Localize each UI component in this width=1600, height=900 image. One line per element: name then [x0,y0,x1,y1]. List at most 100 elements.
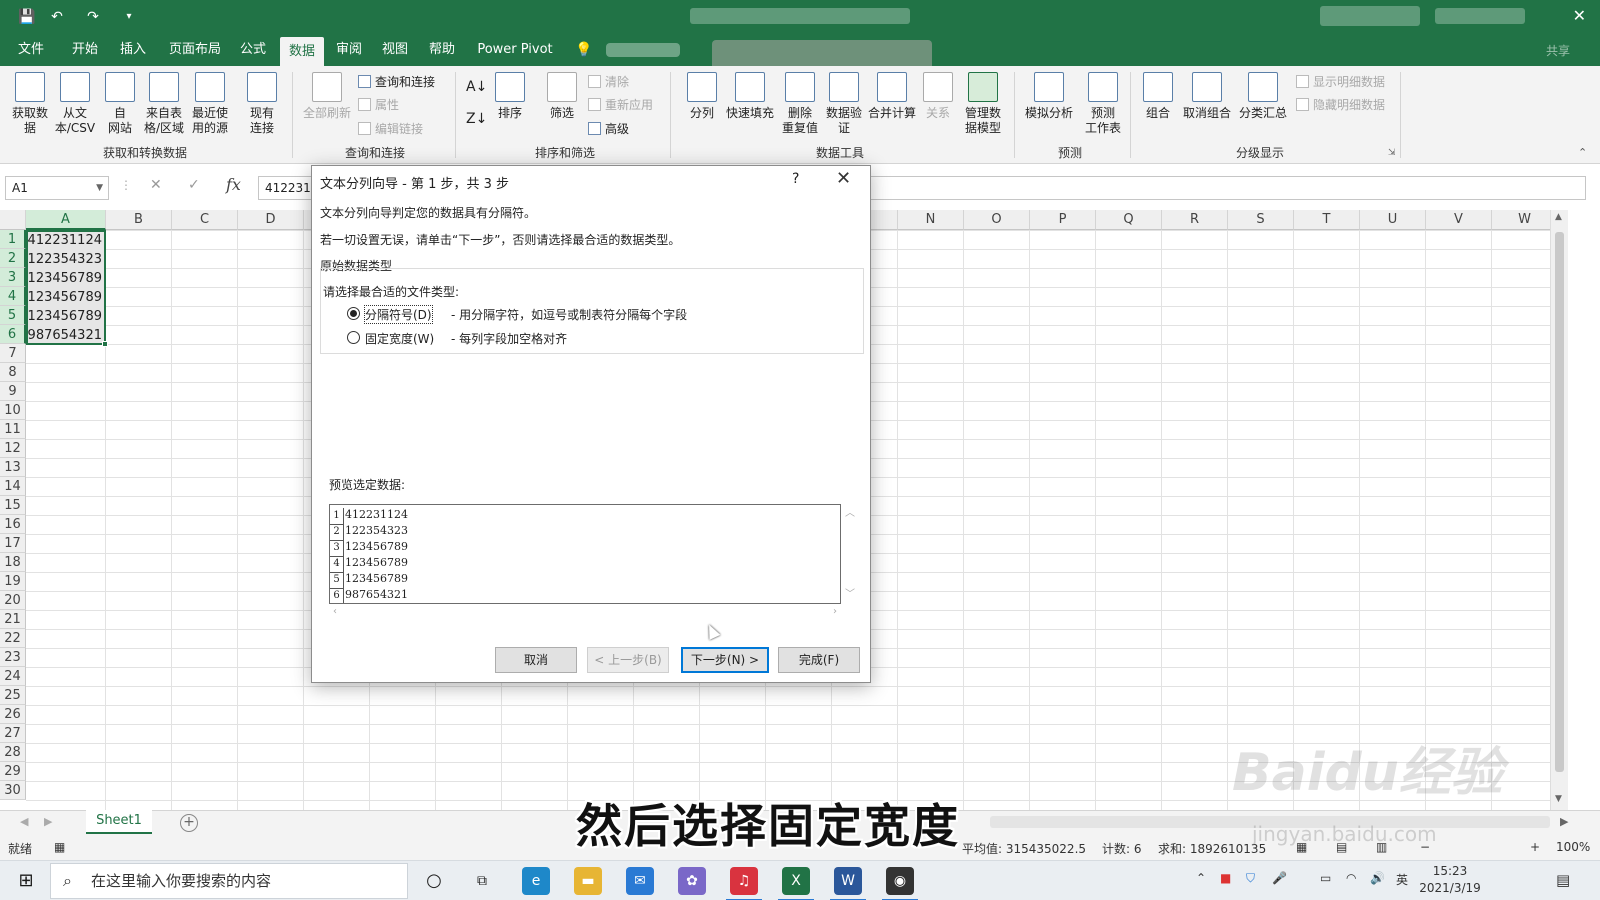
redo-icon[interactable]: ↷ [82,7,104,27]
row-header[interactable]: 8 [0,363,26,382]
share-button[interactable]: 共享 [1546,42,1570,59]
text-to-columns-button[interactable]: 分列 [680,72,724,121]
column-header-n[interactable]: N [898,210,964,230]
wifi-icon[interactable]: ◠ [1346,871,1356,885]
vertical-scrollbar[interactable]: ▲ ▼ [1550,210,1568,810]
properties-button[interactable]: 属性 [358,96,399,114]
select-all-corner[interactable] [0,210,26,230]
row-header[interactable]: 4 [0,287,26,306]
row-header[interactable]: 22 [0,629,26,648]
add-sheet-icon[interactable]: + [180,814,198,832]
scroll-left-icon[interactable]: ‹ [333,606,337,617]
scroll-right-icon[interactable]: ▶ [1560,815,1568,828]
radio-delimited[interactable] [347,307,360,320]
row-header[interactable]: 13 [0,458,26,477]
mail-icon[interactable]: ✉ [626,867,654,895]
recent-sources-button[interactable]: 最近使 用的源 [186,72,234,136]
confirm-entry-icon[interactable]: ✓ [188,177,200,193]
sort-ascending-icon[interactable]: A↓ [466,78,487,96]
row-header[interactable]: 2 [0,249,26,268]
fill-handle[interactable] [102,341,108,347]
row-header[interactable]: 24 [0,667,26,686]
zoom-level[interactable]: 100% [1556,840,1590,854]
refresh-all-button[interactable]: 全部刷新 [300,72,354,121]
column-header-v[interactable]: V [1426,210,1492,230]
sheet-tab[interactable]: Sheet1 [86,810,152,834]
volume-icon[interactable]: 🔊 [1370,871,1385,885]
scroll-up-icon[interactable]: ▲ [1555,212,1562,222]
from-table-button[interactable]: 来自表 格/区域 [140,72,188,136]
scroll-down-icon[interactable]: ▼ [1555,794,1562,804]
row-header[interactable]: 20 [0,591,26,610]
battery-icon[interactable]: ▭ [1320,871,1331,885]
input-method[interactable]: 英 [1396,871,1408,888]
subtotal-button[interactable]: 分类汇总 [1234,72,1292,121]
group-button[interactable]: 组合 [1138,72,1178,121]
cancel-entry-icon[interactable]: ✕ [150,177,162,193]
remove-duplicates-button[interactable]: 删除 重复值 [776,72,824,136]
finish-button[interactable]: 完成(F) [778,647,860,673]
dialog-launcher-icon[interactable]: ⇲ [1388,148,1396,158]
option-fixed-width-label[interactable]: 固定宽度(W) [365,330,434,347]
tab-formulas[interactable]: 公式 [232,34,274,66]
security-icon[interactable]: ⛉ [1246,871,1255,886]
row-header[interactable]: 10 [0,401,26,420]
customize-toolbar-icon[interactable]: ▾ [118,7,140,27]
word-icon[interactable]: W [830,867,866,900]
column-header-w[interactable]: W [1492,210,1558,230]
collapse-ribbon-icon[interactable]: ⌃ [1578,146,1587,159]
taskbar-search-input[interactable]: ⌕ 在这里输入你要搜索的内容 [50,863,408,899]
tab-home[interactable]: 开始 [64,34,106,66]
row-header[interactable]: 6 [0,325,26,344]
cancel-button[interactable]: 取消 [495,647,577,673]
column-header-b[interactable]: B [106,210,172,230]
from-text-csv-button[interactable]: 从文 本/CSV [52,72,98,136]
scroll-thumb[interactable] [1555,232,1564,772]
sort-descending-icon[interactable]: Z↓ [466,110,487,128]
macro-record-icon[interactable]: ▦ [54,840,65,854]
tab-power-pivot[interactable]: Power Pivot [470,34,560,66]
tab-data[interactable]: 数据 [280,37,324,66]
close-icon[interactable]: ✕ [836,168,851,189]
consolidate-button[interactable]: 合并计算 [864,72,920,121]
existing-connections-button[interactable]: 现有 连接 [242,72,282,136]
row-header[interactable]: 19 [0,572,26,591]
lightbulb-icon[interactable]: 💡 [574,34,594,66]
windows-start-icon[interactable]: ⊞ [12,867,40,895]
column-header-q[interactable]: Q [1096,210,1162,230]
row-header[interactable]: 12 [0,439,26,458]
edge-browser-icon[interactable]: e [522,867,550,895]
row-header[interactable]: 18 [0,553,26,572]
row-header[interactable]: 14 [0,477,26,496]
scroll-down-icon[interactable]: ﹀ [843,585,857,600]
screen-recorder-icon[interactable]: ◉ [882,867,918,900]
preview-vertical-scrollbar[interactable]: ︿ ﹀ [843,504,857,604]
row-header[interactable]: 21 [0,610,26,629]
tray-overflow-icon[interactable]: ⌃ [1196,871,1206,885]
tab-insert[interactable]: 插入 [112,34,154,66]
chevron-down-icon[interactable]: ▼ [96,177,103,199]
queries-connections-button[interactable]: 查询和连接 [358,73,435,91]
tab-file[interactable]: 文件 [10,34,52,66]
sort-button[interactable]: 排序 [492,72,528,121]
insert-function-icon[interactable]: fx [226,175,241,194]
ungroup-button[interactable]: 取消组合 [1178,72,1236,121]
name-box[interactable]: A1 ▼ [5,176,109,200]
close-icon[interactable]: ✕ [1573,6,1586,25]
manage-data-model-button[interactable]: 管理数 据模型 [958,72,1008,136]
column-header-u[interactable]: U [1360,210,1426,230]
row-header[interactable]: 5 [0,306,26,325]
column-header-c[interactable]: C [172,210,238,230]
what-if-analysis-button[interactable]: 模拟分析 [1020,72,1078,121]
notification-icon[interactable]: ▤ [1556,871,1570,889]
edit-links-button[interactable]: 编辑链接 [358,120,423,138]
hide-detail-button[interactable]: 隐藏明细数据 [1296,96,1385,114]
row-header[interactable]: 16 [0,515,26,534]
filter-button[interactable]: 筛选 [544,72,580,121]
row-header[interactable]: 28 [0,743,26,762]
column-header-d[interactable]: D [238,210,304,230]
scroll-up-icon[interactable]: ︿ [843,504,857,519]
row-header[interactable]: 1 [0,230,26,249]
netease-music-icon[interactable]: ♫ [726,867,762,900]
column-header-r[interactable]: R [1162,210,1228,230]
